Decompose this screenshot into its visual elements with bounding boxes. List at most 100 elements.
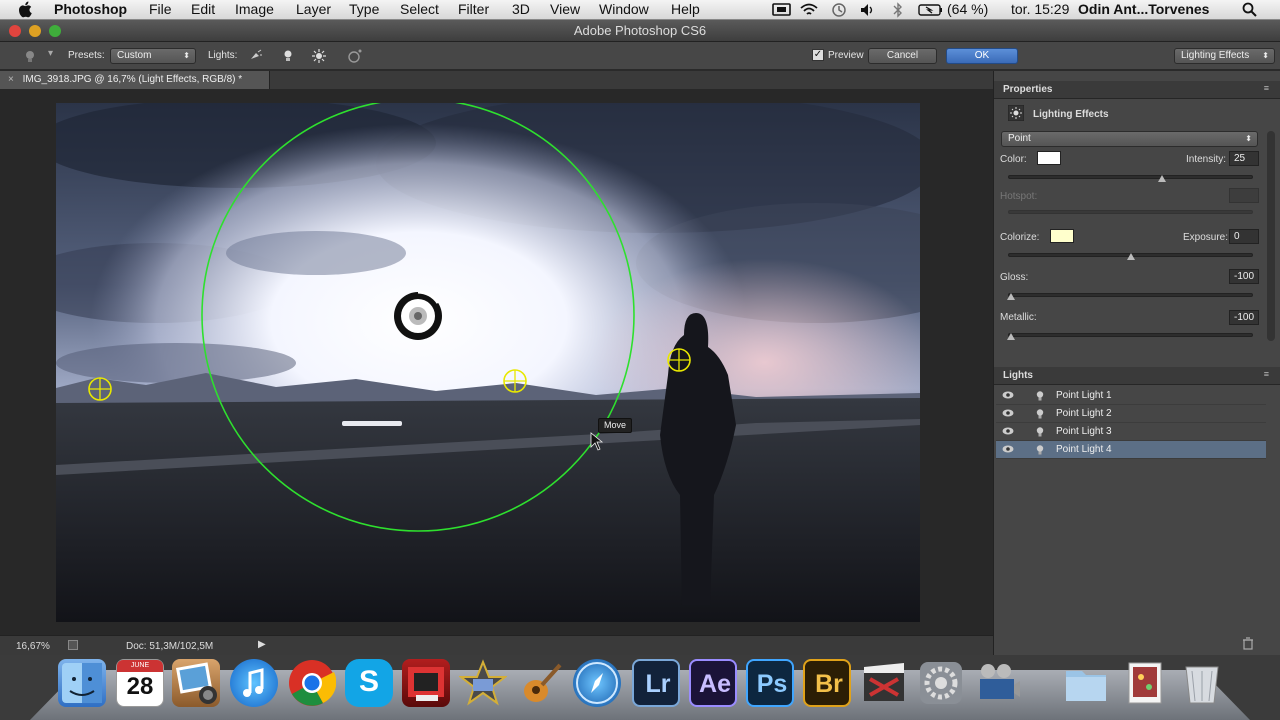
final-cut-icon[interactable]	[860, 659, 908, 707]
photoshop-icon[interactable]: Ps	[746, 659, 794, 707]
reset-light-icon[interactable]	[345, 48, 365, 64]
calendar-icon[interactable]: JUNE 28	[116, 659, 164, 707]
after-effects-icon[interactable]: Ae	[689, 659, 737, 707]
ok-button[interactable]: OK	[946, 48, 1018, 64]
menu-type[interactable]: Type	[349, 1, 379, 17]
visibility-eye-icon[interactable]	[1002, 409, 1014, 417]
exposure-slider-thumb[interactable]	[1127, 253, 1135, 260]
menubar-clock[interactable]: tor. 15:29	[1011, 1, 1069, 17]
options-bar: ▾ Presets: Custom ⬍ Lights: ✓ Preview Ca…	[0, 42, 1280, 70]
gloss-slider[interactable]	[1007, 293, 1253, 300]
menu-edit[interactable]: Edit	[191, 1, 215, 17]
downloads-folder-icon[interactable]	[1062, 659, 1110, 707]
tool-preset-arrow-icon[interactable]: ▾	[48, 48, 53, 59]
dropdown-arrows-icon: ⬍	[183, 51, 190, 60]
light-list-item-2[interactable]: Point Light 2	[996, 405, 1266, 423]
visibility-eye-icon[interactable]	[1002, 391, 1014, 399]
menu-view[interactable]: View	[550, 1, 580, 17]
spotlight-search-icon[interactable]	[1242, 2, 1258, 18]
preview-checkbox[interactable]: ✓	[812, 49, 824, 61]
color-label: Color:	[1000, 154, 1027, 165]
bluetooth-icon[interactable]	[893, 2, 903, 18]
intensity-input[interactable]: 25	[1229, 151, 1259, 166]
point-light-2-handle[interactable]	[503, 369, 527, 393]
mpeg-streamclip-icon[interactable]	[974, 659, 1022, 707]
menu-file[interactable]: File	[149, 1, 172, 17]
chrome-icon[interactable]	[288, 659, 337, 707]
panel-menu-icon[interactable]: ≡	[1264, 369, 1269, 379]
intensity-slider-thumb[interactable]	[1158, 175, 1166, 182]
menu-image[interactable]: Image	[235, 1, 274, 17]
workspace-dropdown[interactable]: Lighting Effects ⬍	[1174, 48, 1275, 64]
trash-icon[interactable]	[1178, 659, 1226, 707]
menu-filter[interactable]: Filter	[458, 1, 489, 17]
point-light-1-handle[interactable]	[88, 377, 112, 401]
point-light-3-handle[interactable]	[667, 348, 691, 372]
status-menu-arrow-icon[interactable]: ▶	[258, 639, 266, 650]
lighting-tool-icon[interactable]	[24, 50, 36, 63]
system-preferences-icon[interactable]	[917, 659, 965, 707]
garageband-icon[interactable]	[516, 659, 564, 707]
calendar-month: JUNE	[117, 660, 163, 672]
light-type-dropdown[interactable]: Point ⬍	[1001, 131, 1258, 147]
menu-layer[interactable]: Layer	[296, 1, 331, 17]
zoom-level[interactable]: 16,67%	[16, 641, 50, 652]
cancel-button[interactable]: Cancel	[868, 48, 937, 64]
menu-help[interactable]: Help	[671, 1, 700, 17]
skype-letter-icon: S	[358, 665, 379, 698]
close-tab-icon[interactable]: ×	[8, 74, 14, 85]
safari-icon[interactable]	[573, 659, 621, 707]
gloss-slider-thumb[interactable]	[1007, 293, 1015, 300]
volume-icon[interactable]	[860, 3, 876, 17]
menu-app-name[interactable]: Photoshop	[54, 1, 127, 17]
light-list-item-3[interactable]: Point Light 3	[996, 423, 1266, 441]
metallic-slider-thumb[interactable]	[1007, 333, 1015, 340]
iphoto-icon[interactable]	[172, 659, 220, 707]
finder-icon[interactable]	[58, 659, 106, 707]
time-machine-icon[interactable]	[831, 2, 847, 18]
exposure-slider[interactable]	[1008, 253, 1253, 260]
tab-strip	[270, 71, 993, 89]
bridge-label: Br	[815, 670, 843, 698]
document-tab[interactable]: × IMG_3918.JPG @ 16,7% (Light Effects, R…	[0, 71, 270, 89]
light-list-item-4[interactable]: Point Light 4	[996, 441, 1266, 459]
properties-title: Lighting Effects	[1033, 109, 1109, 120]
intensity-slider[interactable]	[1008, 175, 1253, 182]
document-canvas[interactable]: Move	[56, 103, 920, 622]
properties-scrollbar[interactable]	[1267, 131, 1275, 341]
visibility-eye-icon[interactable]	[1002, 427, 1014, 435]
presets-label: Presets:	[68, 50, 105, 61]
panel-menu-icon[interactable]: ≡	[1264, 83, 1269, 93]
trash-icon[interactable]	[1242, 637, 1254, 650]
light-color-swatch[interactable]	[1037, 151, 1061, 165]
light-list-item-1[interactable]: Point Light 1	[996, 387, 1266, 405]
documents-stack-icon[interactable]	[1121, 659, 1169, 707]
light-overlays	[88, 103, 691, 532]
bridge-icon[interactable]: Br	[803, 659, 851, 707]
imovie-icon[interactable]	[458, 659, 508, 707]
skype-icon[interactable]: S	[345, 659, 393, 707]
colorize-swatch[interactable]	[1050, 229, 1074, 243]
menubar-user[interactable]: Odin Ant...Torvenes	[1078, 1, 1209, 17]
menu-select[interactable]: Select	[400, 1, 439, 17]
status-export-icon[interactable]	[68, 640, 78, 650]
wifi-icon[interactable]	[799, 2, 819, 17]
battery-icon[interactable]	[918, 3, 944, 17]
gloss-input[interactable]: -100	[1229, 269, 1259, 284]
screen-mirror-icon[interactable]	[772, 3, 792, 17]
apple-icon[interactable]	[18, 1, 32, 18]
lightroom-icon[interactable]: Lr	[632, 659, 680, 707]
metallic-input[interactable]: -100	[1229, 310, 1259, 325]
point-light-icon[interactable]	[281, 49, 295, 63]
spot-light-icon[interactable]	[249, 49, 263, 63]
menu-window[interactable]: Window	[599, 1, 649, 17]
exposure-input[interactable]: 0	[1229, 229, 1259, 244]
menu-3d[interactable]: 3D	[512, 1, 530, 17]
itunes-icon[interactable]	[230, 659, 278, 707]
visibility-eye-icon[interactable]	[1002, 445, 1014, 453]
photo-booth-icon[interactable]	[402, 659, 450, 707]
preview-label: Preview	[828, 50, 864, 61]
infinite-light-icon[interactable]	[311, 48, 327, 64]
presets-dropdown[interactable]: Custom ⬍	[110, 48, 196, 64]
metallic-slider[interactable]	[1007, 333, 1253, 340]
